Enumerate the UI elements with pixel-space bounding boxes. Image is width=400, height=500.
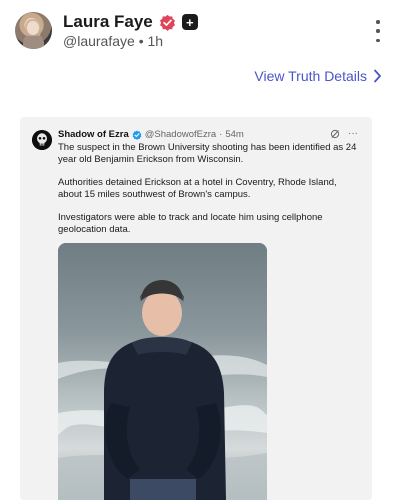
post-header: Laura Faye + @laurafaye • 1h: [15, 12, 385, 52]
embed-separator: ·: [219, 129, 223, 140]
embed-author[interactable]: Shadow of Ezra: [58, 129, 129, 140]
post-time[interactable]: 1h: [148, 33, 164, 49]
embed-time[interactable]: 54m: [225, 129, 243, 140]
display-name[interactable]: Laura Faye: [63, 12, 153, 32]
embed-avatar[interactable]: [32, 130, 52, 150]
embed-paragraph-1: The suspect in the Brown University shoo…: [58, 142, 357, 165]
embed-tools: ···: [330, 128, 358, 139]
embed-text: The suspect in the Brown University shoo…: [58, 142, 362, 247]
chevron-right-icon: [374, 69, 381, 83]
embedded-tweet-card[interactable]: Shadow of Ezra @ShadowofEzra · 54m ··· T…: [20, 117, 372, 500]
handle-line: @laurafaye • 1h: [63, 33, 163, 49]
embed-verified-icon: [132, 130, 142, 140]
embed-paragraph-2: Authorities detained Erickson at a hotel…: [58, 177, 337, 200]
separator-dot: •: [138, 33, 144, 49]
embed-handle[interactable]: @ShadowofEzra: [145, 129, 216, 140]
view-truth-details-link[interactable]: View Truth Details: [254, 68, 382, 84]
display-name-row: Laura Faye +: [63, 12, 198, 32]
embed-header: Shadow of Ezra @ShadowofEzra · 54m: [58, 129, 244, 140]
handle[interactable]: @laurafaye: [63, 33, 135, 49]
plus-badge-icon: +: [181, 14, 198, 30]
grok-icon[interactable]: [330, 129, 340, 139]
embed-paragraph-3: Investigators were able to track and loc…: [58, 212, 323, 235]
avatar[interactable]: [15, 12, 52, 49]
view-truth-details-label: View Truth Details: [254, 68, 367, 84]
embed-photo[interactable]: [58, 243, 267, 500]
more-horizontal-icon[interactable]: ···: [348, 128, 358, 139]
vertical-ellipsis-icon[interactable]: [371, 20, 385, 42]
verified-badge-icon: [159, 14, 176, 31]
